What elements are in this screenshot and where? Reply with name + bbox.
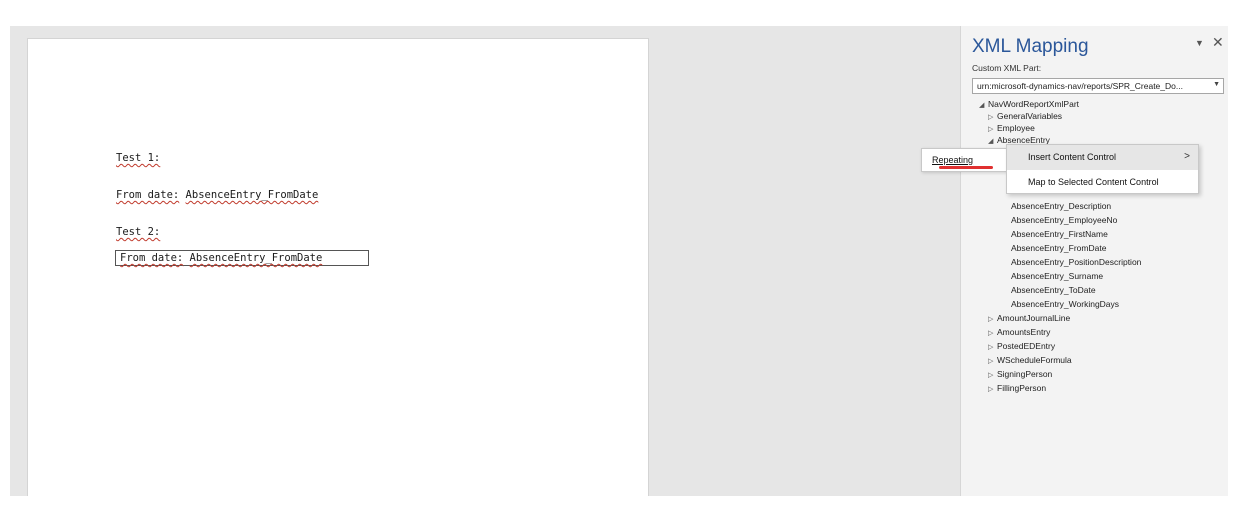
tree-node-label: AbsenceEntry_Surname xyxy=(1011,271,1104,281)
xml-mapping-pane: XML Mapping ▼ ✕ Custom XML Part: urn:mic… xyxy=(960,26,1228,496)
triangle-right-icon[interactable]: ▷ xyxy=(988,328,997,340)
tree-node[interactable]: AbsenceEntry_EmployeeNo xyxy=(1011,214,1117,226)
tree-node-label: SigningPerson xyxy=(997,369,1053,379)
tree-node-label: AbsenceEntry_ToDate xyxy=(1011,285,1096,295)
content-control[interactable]: From date: AbsenceEntry_FromDate xyxy=(115,250,369,266)
tree-node-label: PostedEDEntry xyxy=(997,341,1056,351)
pane-title: XML Mapping xyxy=(972,36,1089,57)
tree-node[interactable]: AbsenceEntry_PositionDescription xyxy=(1011,256,1141,268)
tree-node[interactable]: AbsenceEntry_FirstName xyxy=(1011,228,1108,240)
tree-node-label: GeneralVariables xyxy=(997,111,1063,121)
triangle-right-icon[interactable]: ▷ xyxy=(988,342,997,354)
tree-node[interactable]: AbsenceEntry_WorkingDays xyxy=(1011,298,1119,310)
triangle-down-icon[interactable]: ◢ xyxy=(979,100,988,112)
tree-node-label: WScheduleFormula xyxy=(997,355,1072,365)
tree-node-label: Employee xyxy=(997,123,1035,133)
red-annotation-underline xyxy=(939,166,993,169)
pane-options-icon[interactable]: ▼ xyxy=(1195,38,1204,48)
menu-item-map-to-selected[interactable]: Map to Selected Content Control xyxy=(1007,170,1198,195)
tree-node[interactable]: ▷ PostedEDEntry xyxy=(988,340,1055,354)
chevron-right-icon: > xyxy=(1184,151,1190,162)
tree-node-label: NavWordReportXmlPart xyxy=(988,99,1080,109)
tree-node-label: AmountsEntry xyxy=(997,327,1051,337)
tree-node[interactable]: AbsenceEntry_FromDate xyxy=(1011,242,1106,254)
triangle-right-icon[interactable]: ▷ xyxy=(988,314,997,326)
chevron-down-icon: ▼ xyxy=(1213,81,1220,88)
close-icon[interactable]: ✕ xyxy=(1212,34,1224,51)
doc-line-test2: Test 2: xyxy=(116,226,160,238)
test1-text: Test 1: xyxy=(116,152,161,164)
tree-node[interactable]: ▷ WScheduleFormula xyxy=(988,354,1072,368)
doc-line-fromdate-1: From date: AbsenceEntry_FromDate xyxy=(116,189,318,201)
tree-node-label: AbsenceEntry_WorkingDays xyxy=(1011,299,1120,309)
triangle-right-icon[interactable]: ▷ xyxy=(988,370,997,382)
tree-node[interactable]: ▷ FillingPerson xyxy=(988,382,1046,396)
tree-node-label: AbsenceEntry_PositionDescription xyxy=(1011,257,1142,267)
tree-node[interactable]: AbsenceEntry_Surname xyxy=(1011,270,1103,282)
menu-item-insert-content-control[interactable]: Insert Content Control > xyxy=(1007,145,1198,170)
menu-item-label: Insert Content Control xyxy=(1028,152,1117,162)
fromdate-value-1: AbsenceEntry_FromDate xyxy=(185,189,319,201)
repeating-item[interactable]: Repeating xyxy=(932,155,973,165)
tree-node[interactable]: AbsenceEntry_Description xyxy=(1011,200,1111,212)
tree-node-label: AbsenceEntry_FirstName xyxy=(1011,229,1108,239)
document-page[interactable]: Test 1: From date: AbsenceEntry_FromDate… xyxy=(27,38,649,496)
custom-part-label: Custom XML Part: xyxy=(972,63,1042,73)
doc-line-fromdate-2: From date: AbsenceEntry_FromDate xyxy=(120,252,322,264)
tree-node[interactable]: ▷ AmountJournalLine xyxy=(988,312,1070,326)
doc-line-test1: Test 1: xyxy=(116,152,160,164)
tree-node[interactable]: ▷ AmountsEntry xyxy=(988,326,1050,340)
test2-text: Test 2: xyxy=(116,226,161,238)
fromdate-label-1: From date: xyxy=(116,189,180,201)
menu-item-label: Map to Selected Content Control xyxy=(1028,177,1159,187)
fromdate-label-2: From date: xyxy=(120,252,184,264)
triangle-down-icon[interactable]: ◢ xyxy=(988,136,997,148)
tree-node-label: AbsenceEntry_Description xyxy=(1011,201,1112,211)
tree-node-label: AbsenceEntry_EmployeeNo xyxy=(1011,215,1118,225)
custom-part-select[interactable]: urn:microsoft-dynamics-nav/reports/SPR_C… xyxy=(972,78,1224,94)
triangle-right-icon[interactable]: ▷ xyxy=(988,356,997,368)
custom-part-value: urn:microsoft-dynamics-nav/reports/SPR_C… xyxy=(977,81,1183,91)
tree-node-label: AmountJournalLine xyxy=(997,313,1071,323)
fromdate-value-2: AbsenceEntry_FromDate xyxy=(189,252,323,264)
tree-node-label: AbsenceEntry_FromDate xyxy=(1011,243,1107,253)
tree-node[interactable]: ▷ SigningPerson xyxy=(988,368,1052,382)
tree-node-label: FillingPerson xyxy=(997,383,1047,393)
context-menu: Insert Content Control > Map to Selected… xyxy=(1006,144,1199,194)
tree-node[interactable]: AbsenceEntry_ToDate xyxy=(1011,284,1096,296)
triangle-right-icon[interactable]: ▷ xyxy=(988,384,997,396)
